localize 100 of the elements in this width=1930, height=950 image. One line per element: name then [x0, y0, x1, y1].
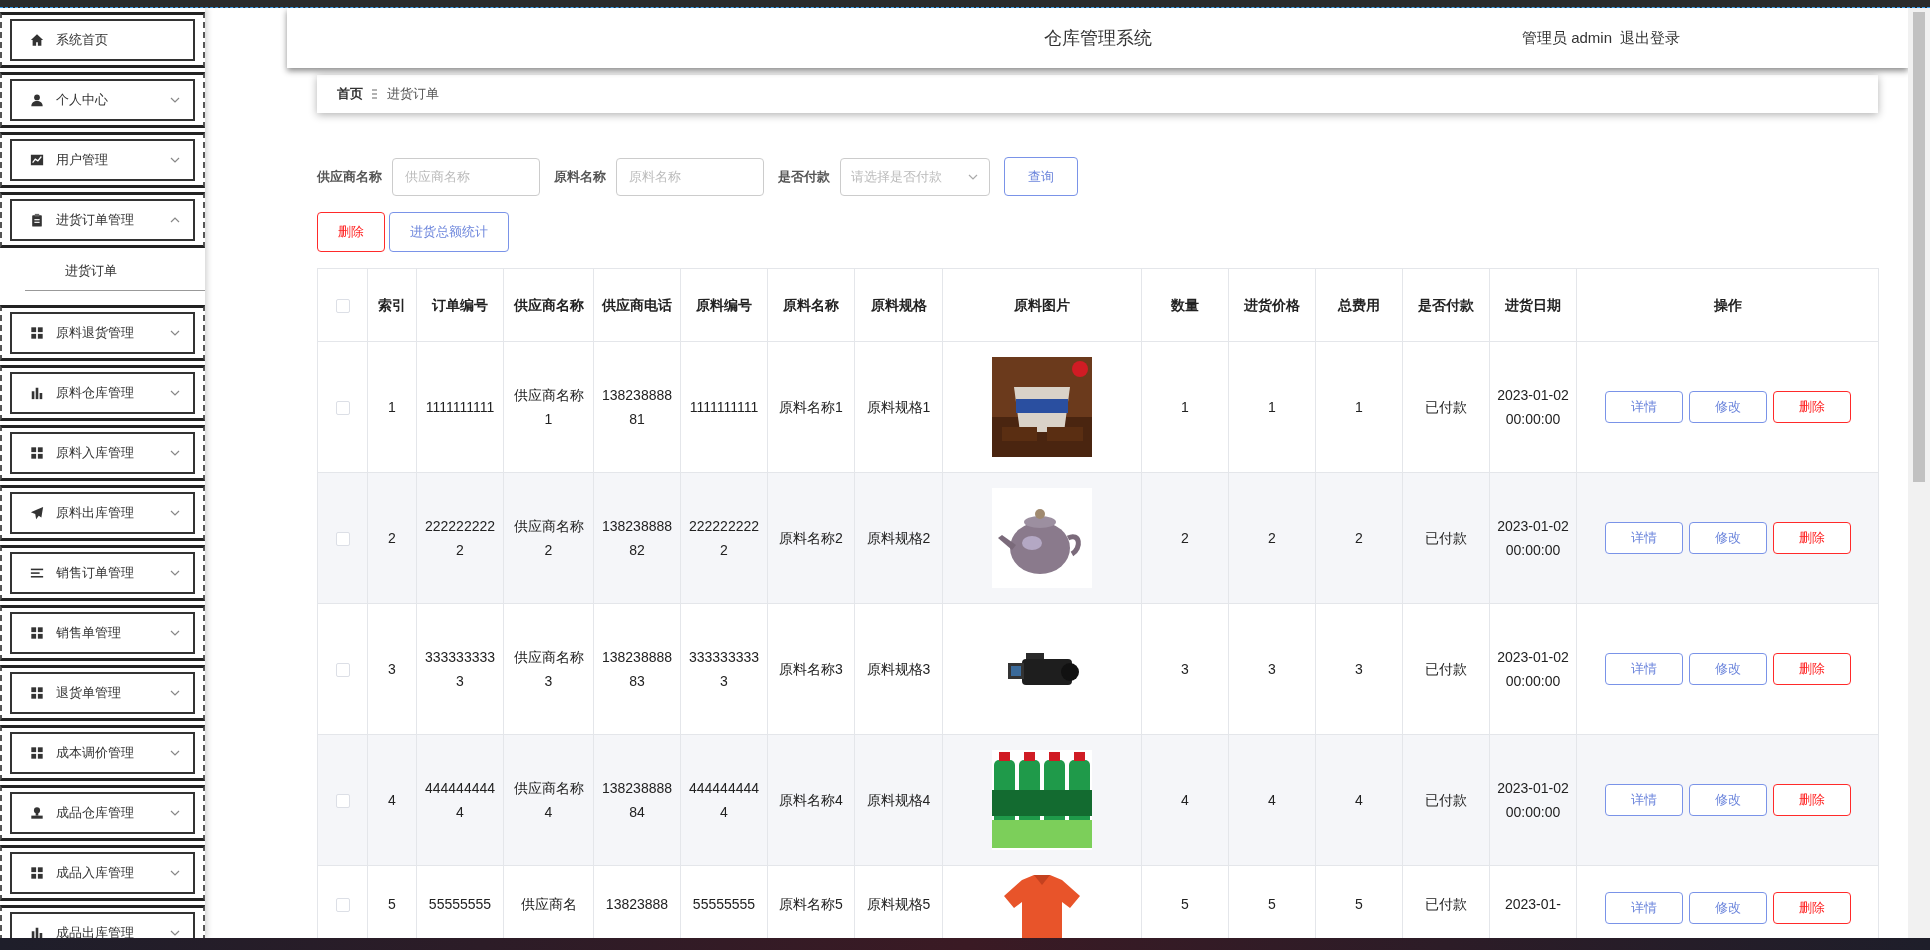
- select-field[interactable]: 请选择是否付款: [840, 157, 990, 196]
- row-action-button[interactable]: 删除: [1772, 892, 1851, 924]
- table-cell: 已付款: [1402, 472, 1490, 604]
- row-action-button[interactable]: 详情: [1604, 653, 1683, 685]
- table-cell: 13823888882: [593, 472, 681, 604]
- sidebar-item[interactable]: 原料仓库管理: [0, 365, 205, 421]
- table-cell: 4444444444: [416, 734, 504, 866]
- column-header: 供应商名称: [503, 268, 594, 342]
- sidebar-item[interactable]: 个人中心: [0, 72, 205, 128]
- filter-label: 供应商名称: [317, 167, 382, 186]
- table-cell: 2: [1315, 472, 1403, 604]
- table-cell: 2023-01-02 00:00:00: [1489, 734, 1577, 866]
- table-cell: 1111111111: [680, 341, 768, 473]
- home-icon: [30, 33, 44, 47]
- input-field[interactable]: 原料名称: [616, 157, 764, 196]
- submenu-item[interactable]: 进货订单: [25, 252, 205, 291]
- sidebar-item[interactable]: 成本调价管理: [0, 725, 205, 781]
- table-cell: 2023-01-02 00:00:00: [1489, 341, 1577, 473]
- checkbox[interactable]: [335, 532, 350, 547]
- sidebar-item[interactable]: 成品入库管理: [0, 845, 205, 901]
- column-header: 索引: [367, 268, 417, 342]
- row-action-button[interactable]: 详情: [1604, 391, 1683, 423]
- column-header: 原料编号: [680, 268, 768, 342]
- row-action-button[interactable]: 删除: [1772, 522, 1851, 554]
- table-cell: 3: [1228, 603, 1316, 735]
- sidebar-item[interactable]: 退货单管理: [0, 665, 205, 721]
- plane-icon: [30, 506, 44, 520]
- sidebar-item[interactable]: 原料出库管理: [0, 485, 205, 541]
- sidebar-item[interactable]: 原料退货管理: [0, 305, 205, 361]
- stamp-icon: [30, 806, 44, 820]
- column-header: 原料名称: [767, 268, 855, 342]
- row-action-button[interactable]: 删除: [1772, 653, 1851, 685]
- table-cell: 3333333333: [680, 603, 768, 735]
- table-cell: 3: [367, 603, 417, 735]
- row-action-button[interactable]: 详情: [1604, 784, 1683, 816]
- row-action-button[interactable]: 修改: [1688, 892, 1767, 924]
- filter-label: 是否付款: [778, 167, 830, 186]
- table-cell: 3: [1141, 603, 1229, 735]
- table-cell: 原料名称2: [767, 472, 855, 604]
- table-cell: 原料名称4: [767, 734, 855, 866]
- breadcrumb-link[interactable]: 首页: [337, 85, 363, 103]
- checkbox[interactable]: [335, 794, 350, 809]
- row-action-button[interactable]: 修改: [1688, 522, 1767, 554]
- input-field[interactable]: 供应商名称: [392, 157, 540, 196]
- row-action-button[interactable]: 删除: [1772, 391, 1851, 423]
- column-header: 供应商电话: [593, 268, 681, 342]
- checkbox[interactable]: [335, 898, 350, 913]
- row-action-button[interactable]: 修改: [1688, 653, 1767, 685]
- sidebar-item[interactable]: 销售订单管理: [0, 545, 205, 601]
- table-cell: 已付款: [1402, 734, 1490, 866]
- sidebar-item[interactable]: 原料入库管理: [0, 425, 205, 481]
- row-action-button[interactable]: 删除: [1772, 784, 1851, 816]
- sidebar-item[interactable]: 成品仓库管理: [0, 785, 205, 841]
- scrollbar[interactable]: [1908, 8, 1930, 938]
- table-cell: 4: [1228, 734, 1316, 866]
- chart-icon: [30, 153, 44, 167]
- table-cell: 供应商名称1: [503, 341, 594, 473]
- row-action-button[interactable]: 修改: [1688, 784, 1767, 816]
- search-button[interactable]: 查询: [1004, 157, 1078, 196]
- table-cell: 1: [367, 341, 417, 473]
- grid-icon: [30, 626, 44, 640]
- table-cell: 已付款: [1402, 603, 1490, 735]
- table-cell: 原料名称1: [767, 341, 855, 473]
- row-action-button[interactable]: 详情: [1604, 892, 1683, 924]
- sidebar-item[interactable]: 销售单管理: [0, 605, 205, 661]
- grid-icon: [30, 866, 44, 880]
- lines-icon: [30, 566, 44, 580]
- table-cell: 3: [1315, 603, 1403, 735]
- row-action-button[interactable]: 详情: [1604, 522, 1683, 554]
- table-cell: 原料规格4: [854, 734, 943, 866]
- checkbox[interactable]: [335, 299, 350, 314]
- separator-icon: [371, 88, 379, 100]
- column-header: 进货日期: [1489, 268, 1577, 342]
- column-header: 订单编号: [416, 268, 504, 342]
- action-button[interactable]: 删除: [317, 212, 385, 252]
- action-button[interactable]: 进货总额统计: [389, 212, 509, 252]
- checkbox[interactable]: [335, 401, 350, 416]
- column-header: 总费用: [1315, 268, 1403, 342]
- table-cell: 4: [1315, 734, 1403, 866]
- table-cell: 4: [367, 734, 417, 866]
- table-cell: 供应商名称3: [503, 603, 594, 735]
- sidebar-item[interactable]: 用户管理: [0, 132, 205, 188]
- table-cell: 1: [1141, 341, 1229, 473]
- row-action-button[interactable]: 修改: [1688, 391, 1767, 423]
- sidebar-item[interactable]: 进货订单管理: [0, 192, 205, 248]
- column-header: 原料规格: [854, 268, 943, 342]
- logout-link[interactable]: 退出登录: [1620, 28, 1681, 48]
- bars-icon: [30, 386, 44, 400]
- user-name: 管理员 admin: [1522, 28, 1613, 48]
- table-cell: 2023-01-02 00:00:00: [1489, 603, 1577, 735]
- table-cell: 13823888884: [593, 734, 681, 866]
- column-header: 是否付款: [1402, 268, 1490, 342]
- sidebar-item[interactable]: 系统首页: [0, 12, 205, 68]
- table-cell: 2: [367, 472, 417, 604]
- table-cell: 原料规格2: [854, 472, 943, 604]
- column-header: 原料图片: [942, 268, 1142, 342]
- table-cell: 2: [1228, 472, 1316, 604]
- checkbox[interactable]: [335, 663, 350, 678]
- table-cell: 13823888883: [593, 603, 681, 735]
- app-title: 仓库管理系统: [1044, 27, 1152, 50]
